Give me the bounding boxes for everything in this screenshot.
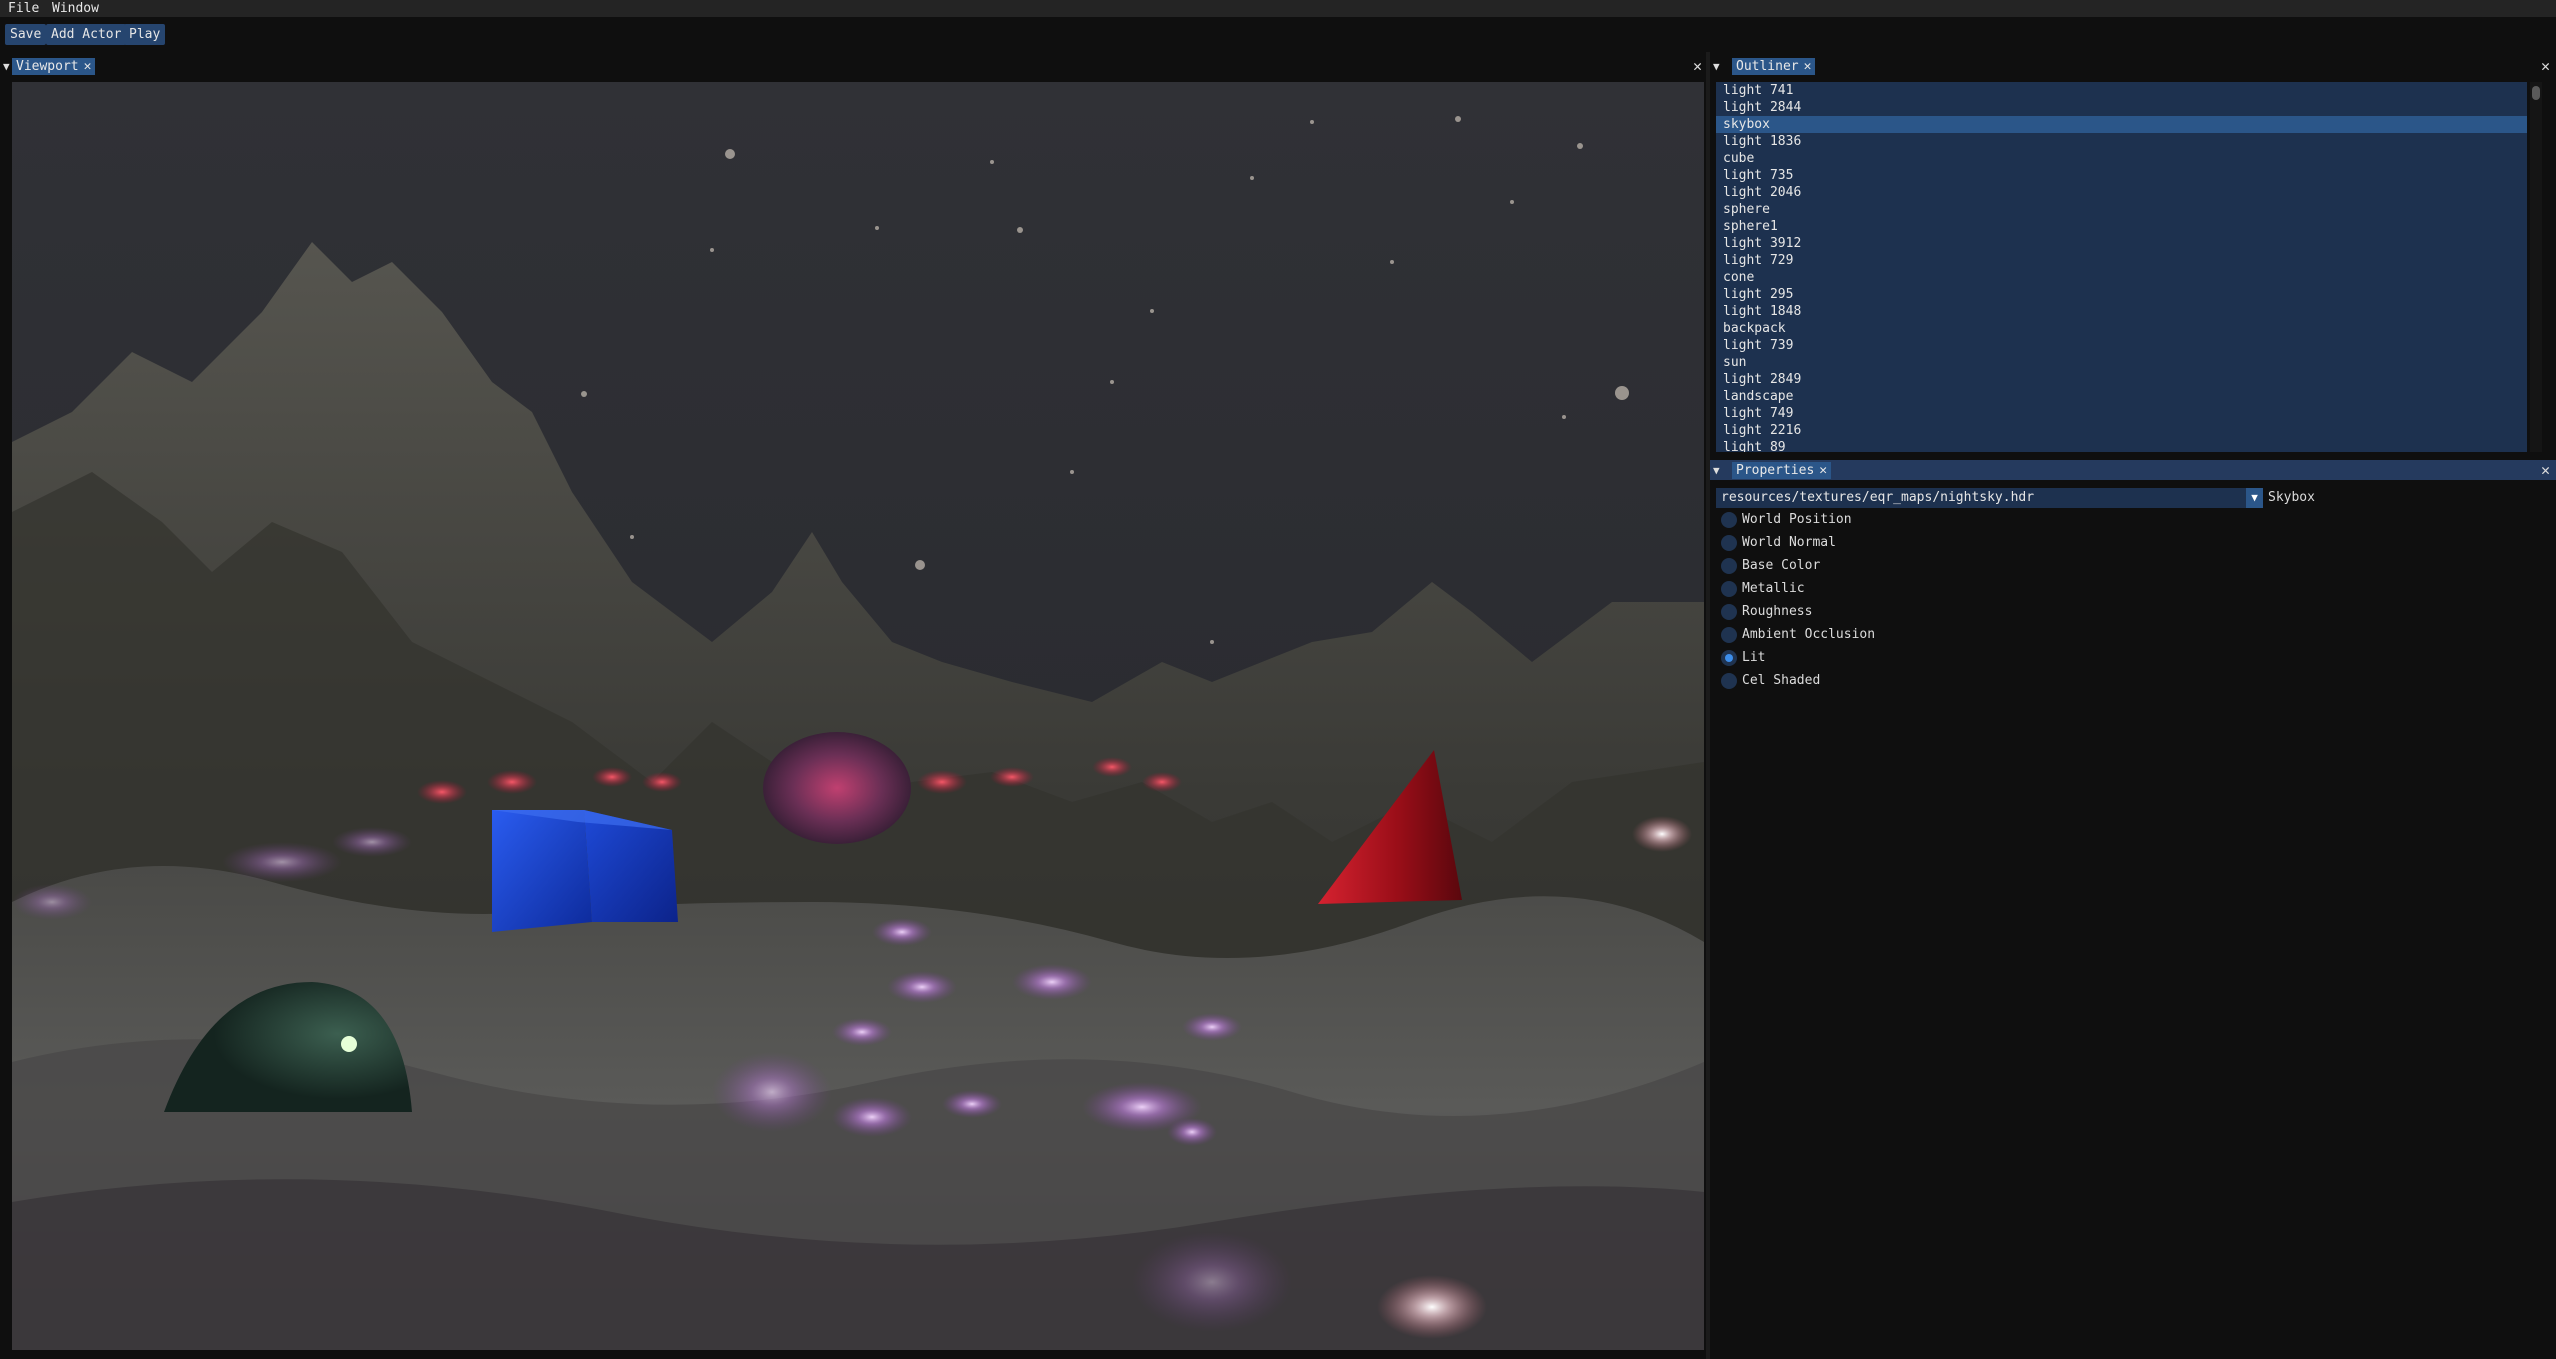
menu-window[interactable]: Window: [52, 1, 99, 16]
radio-label: Lit: [1742, 650, 1766, 665]
outliner-item[interactable]: sphere1: [1716, 218, 2527, 235]
radio-button[interactable]: [1721, 604, 1737, 620]
tab-properties[interactable]: Properties ✕: [1732, 462, 1832, 479]
tab-outliner[interactable]: Outliner ✕: [1732, 58, 1816, 75]
add-actor-button[interactable]: Add Actor: [46, 24, 127, 45]
radio-label: Base Color: [1742, 558, 1821, 573]
radio-button[interactable]: [1721, 512, 1737, 528]
outliner-item[interactable]: light 729: [1716, 252, 2527, 269]
outliner-item[interactable]: light 295: [1716, 286, 2527, 303]
outliner-item[interactable]: skybox: [1716, 116, 2527, 133]
outliner-scrollbar[interactable]: [2530, 82, 2542, 452]
outliner-item[interactable]: light 2844: [1716, 99, 2527, 116]
outliner-item[interactable]: light 3912: [1716, 235, 2527, 252]
radio-label: World Position: [1742, 512, 1852, 527]
outliner-item[interactable]: backpack: [1716, 320, 2527, 337]
skybox-texture-combo[interactable]: resources/textures/eqr_maps/nightsky.hdr: [1716, 488, 2263, 508]
outliner-item[interactable]: light 2216: [1716, 422, 2527, 439]
radio-button[interactable]: [1721, 673, 1737, 689]
outliner-item[interactable]: sphere: [1716, 201, 2527, 218]
scrollbar-thumb[interactable]: [2532, 86, 2540, 100]
play-button[interactable]: Play: [124, 24, 166, 45]
tab-label: Properties: [1736, 463, 1815, 478]
viewport-titlebar: ▼ Viewport ✕ ✕: [0, 56, 1706, 76]
menu-bar: File Window: [0, 0, 2556, 17]
collapse-icon[interactable]: ▼: [3, 60, 10, 73]
tab-label: Viewport: [16, 59, 79, 74]
outliner-item[interactable]: light 1848: [1716, 303, 2527, 320]
tab-viewport[interactable]: Viewport ✕: [12, 58, 96, 75]
toolbar: Save Add Actor Play: [0, 17, 2556, 52]
tab-close-icon[interactable]: ✕: [84, 59, 92, 74]
outliner-item[interactable]: light 89: [1716, 439, 2527, 452]
outliner-item[interactable]: cone: [1716, 269, 2527, 286]
outliner-item[interactable]: light 1836: [1716, 133, 2527, 150]
radio-button[interactable]: [1721, 581, 1737, 597]
viewport-render[interactable]: [12, 82, 1704, 1350]
save-button[interactable]: Save: [5, 24, 47, 45]
outliner-titlebar: ▼ Outliner ✕ ✕: [1710, 56, 2556, 76]
outliner-list[interactable]: light 741 light 2844 skybox light 1836 cube l…: [1716, 82, 2527, 452]
outliner-item[interactable]: light 739: [1716, 337, 2527, 354]
outliner-item[interactable]: light 735: [1716, 167, 2527, 184]
collapse-icon[interactable]: ▼: [1713, 464, 1720, 477]
panel-close-icon[interactable]: ✕: [1693, 57, 1702, 75]
radio-label: World Normal: [1742, 535, 1836, 550]
radio-label: Metallic: [1742, 581, 1805, 596]
properties-titlebar: ▼ Properties ✕ ✕: [1710, 460, 2556, 480]
panel-close-icon[interactable]: ✕: [2541, 57, 2550, 75]
combo-label: Skybox: [2268, 490, 2315, 505]
panel-close-icon[interactable]: ✕: [2541, 461, 2550, 479]
outliner-item[interactable]: landscape: [1716, 388, 2527, 405]
outliner-item[interactable]: cube: [1716, 150, 2527, 167]
combo-dropdown-icon[interactable]: ▼: [2246, 488, 2263, 508]
outliner-item[interactable]: light 2849: [1716, 371, 2527, 388]
radio-label: Ambient Occlusion: [1742, 627, 1876, 642]
outliner-item[interactable]: light 749: [1716, 405, 2527, 422]
tab-close-icon[interactable]: ✕: [1804, 59, 1812, 74]
radio-button[interactable]: [1721, 535, 1737, 551]
properties-panel: ▼ Properties ✕ ✕: [1710, 460, 2556, 1359]
tab-close-icon[interactable]: ✕: [1819, 463, 1827, 478]
radio-button[interactable]: [1721, 627, 1737, 643]
radio-button[interactable]: [1721, 558, 1737, 574]
outliner-item[interactable]: sun: [1716, 354, 2527, 371]
scene-render: [12, 82, 1704, 1350]
collapse-icon[interactable]: ▼: [1713, 60, 1720, 73]
tab-label: Outliner: [1736, 59, 1799, 74]
radio-button[interactable]: [1721, 650, 1737, 666]
outliner-item[interactable]: light 741: [1716, 82, 2527, 99]
radio-label: Cel Shaded: [1742, 673, 1821, 688]
radio-label: Roughness: [1742, 604, 1813, 619]
outliner-item[interactable]: light 2046: [1716, 184, 2527, 201]
menu-file[interactable]: File: [8, 1, 39, 16]
